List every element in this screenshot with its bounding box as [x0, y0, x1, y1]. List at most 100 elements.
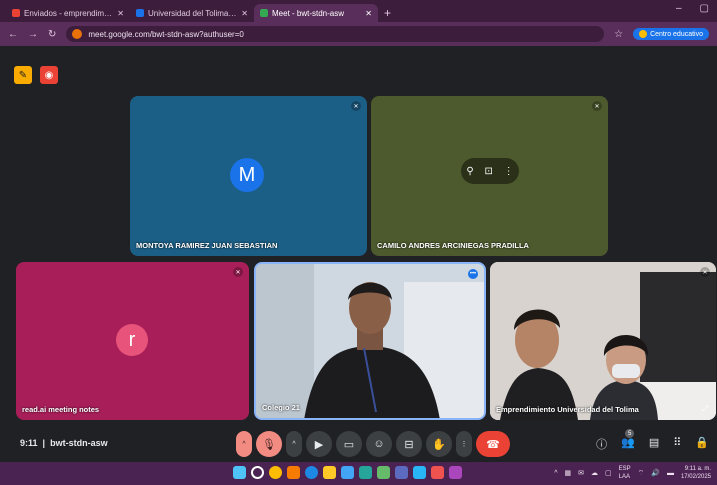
profile-button[interactable]: Centro educativo	[633, 28, 709, 40]
widgets-icon[interactable]	[287, 466, 300, 479]
speaking-indicator-icon: •••	[468, 269, 478, 279]
more-vert-icon: ⋮	[460, 441, 468, 448]
audio-options-button[interactable]: ^	[236, 431, 252, 457]
new-tab-button[interactable]: +	[378, 6, 397, 22]
address-bar-row: ← → ↻ meet.google.com/bwt-stdn-asw?authu…	[0, 22, 717, 46]
avatar: M	[230, 158, 264, 192]
app-icon[interactable]	[377, 466, 390, 479]
participant-tile[interactable]: ✕ M MONTOYA RAMIREZ JUAN SEBASTIAN	[130, 96, 367, 256]
language-indicator[interactable]: ESP LAA	[619, 465, 631, 481]
close-tab-icon[interactable]: ✕	[365, 9, 372, 18]
participant-tile[interactable]: ✕ r read.ai meeting notes	[16, 262, 249, 420]
present-screen-icon: ⊟	[404, 438, 414, 451]
more-options-button[interactable]: ⋮	[456, 431, 472, 457]
reload-icon[interactable]: ↻	[48, 29, 56, 40]
meeting-time: 9:11	[20, 438, 38, 448]
back-icon[interactable]: ←	[8, 29, 18, 40]
chat-icon[interactable]: ▤	[649, 436, 659, 452]
search-icon[interactable]	[251, 466, 264, 479]
language-layout: LAA	[618, 474, 630, 480]
mail-icon[interactable]: ✉	[578, 469, 584, 477]
show-hidden-icons[interactable]: ^	[554, 470, 557, 477]
bookmark-star-icon[interactable]: ☆	[614, 29, 623, 40]
captions-button[interactable]: ▭	[336, 431, 362, 457]
raise-hand-button[interactable]: ✋	[426, 431, 452, 457]
participant-name: Colegio 21	[262, 403, 300, 412]
participant-name: Emprendimiento Universidad del Tolima	[496, 405, 639, 414]
pin-icon[interactable]: ⚲	[466, 166, 473, 177]
tray-app-icon[interactable]: ▦	[565, 469, 572, 477]
leave-call-button[interactable]: ☎	[476, 431, 510, 457]
avatar: r	[116, 324, 148, 356]
url-text: meet.google.com/bwt-stdn-asw?authuser=0	[88, 29, 244, 39]
window-controls: – ▢	[676, 3, 709, 14]
file-explorer-icon[interactable]	[323, 466, 336, 479]
video-options-button[interactable]: ^	[286, 431, 302, 457]
profile-avatar-icon	[639, 30, 648, 38]
participant-tile[interactable]: ✕ Emprendimiento Universidad del Tolima …	[490, 262, 716, 420]
participant-name: MONTOYA RAMIREZ JUAN SEBASTIAN	[136, 241, 278, 250]
muted-mic-icon: ✕	[351, 101, 361, 111]
close-tab-icon[interactable]: ✕	[241, 9, 248, 18]
profile-label: Centro educativo	[650, 30, 703, 38]
forward-icon[interactable]: →	[28, 29, 38, 40]
close-tab-icon[interactable]: ✕	[117, 9, 124, 18]
cloud-icon[interactable]: ☁	[591, 469, 598, 477]
frame-icon[interactable]: ⊡	[484, 166, 492, 177]
reactions-button[interactable]: ☺	[366, 431, 392, 457]
tab-sent-mail[interactable]: Enviados - emprendimiento@u ✕	[6, 4, 130, 22]
battery-icon[interactable]: ▬	[667, 470, 674, 477]
clock-date: 17/02/2025	[680, 474, 711, 480]
wifi-icon[interactable]: ⌔	[638, 469, 645, 478]
store-icon[interactable]	[341, 466, 354, 479]
tab-meet[interactable]: Meet - bwt-stdn-asw ✕	[254, 4, 378, 22]
people-icon[interactable]: 👥 5	[621, 429, 635, 452]
participant-video	[256, 264, 484, 418]
app-icon[interactable]	[449, 466, 462, 479]
participant-tile[interactable]: ••• Colegio 21	[254, 262, 486, 420]
clock-time: 9:11 a. m.	[684, 466, 711, 472]
muted-mic-icon: ✕	[700, 267, 710, 277]
meeting-details: 9:11 | bwt-stdn-asw	[20, 438, 108, 448]
tab-label: Enviados - emprendimiento@u	[24, 8, 114, 18]
minimize-icon[interactable]: –	[676, 3, 682, 14]
url-bar[interactable]: meet.google.com/bwt-stdn-asw?authuser=0	[66, 26, 605, 42]
gmail-icon	[12, 9, 20, 17]
separator: |	[40, 438, 48, 448]
start-icon[interactable]	[233, 466, 246, 479]
camera-button[interactable]: ▶	[306, 431, 332, 457]
meet-icon	[260, 9, 268, 17]
expand-icon[interactable]: ⤢	[702, 404, 712, 414]
microphone-button[interactable]: 🎙	[256, 431, 282, 457]
participant-tile[interactable]: ✕ ⚲ ⊡ ⋮ CAMILO ANDRES ARCINIEGAS PRADILL…	[371, 96, 608, 256]
tray-app-icon[interactable]: ▢	[605, 469, 612, 477]
info-icon[interactable]: ⓘ	[596, 436, 607, 452]
participant-count-badge: 5	[625, 429, 635, 438]
participant-name: CAMILO ANDRES ARCINIEGAS PRADILLA	[377, 241, 529, 250]
app-icon[interactable]	[431, 466, 444, 479]
tile-hover-controls: ⚲ ⊡ ⋮	[461, 158, 519, 184]
present-button[interactable]: ⊟	[396, 431, 422, 457]
chrome-icon[interactable]	[269, 466, 282, 479]
tab-university-calendar[interactable]: Universidad del Tolima - Calen ✕	[130, 4, 254, 22]
activities-icon[interactable]: ⠿	[673, 436, 681, 452]
captions-icon: ▭	[343, 438, 355, 451]
system-clock[interactable]: 9:11 a. m. 17/02/2025	[681, 465, 711, 481]
browser-tab-bar: Enviados - emprendimiento@u ✕ Universida…	[0, 0, 717, 22]
edge-icon[interactable]	[305, 466, 318, 479]
app-icon[interactable]	[413, 466, 426, 479]
taskbar-apps	[233, 466, 462, 479]
recording-icon[interactable]: ◉	[40, 66, 58, 84]
app-icon[interactable]	[359, 466, 372, 479]
app-icon[interactable]	[395, 466, 408, 479]
maximize-icon[interactable]: ▢	[700, 3, 709, 14]
notes-icon[interactable]: ✎	[14, 66, 32, 84]
host-controls-icon[interactable]: 🔒	[695, 436, 709, 452]
muted-mic-icon: ✕	[233, 267, 243, 277]
site-info-icon[interactable]	[72, 29, 83, 39]
hand-icon: ✋	[432, 438, 446, 451]
more-options-icon[interactable]: ⋮	[504, 166, 514, 177]
volume-icon[interactable]: 🔊	[651, 469, 660, 477]
hang-up-icon: ☎	[486, 438, 500, 451]
calendar-icon	[136, 9, 144, 17]
